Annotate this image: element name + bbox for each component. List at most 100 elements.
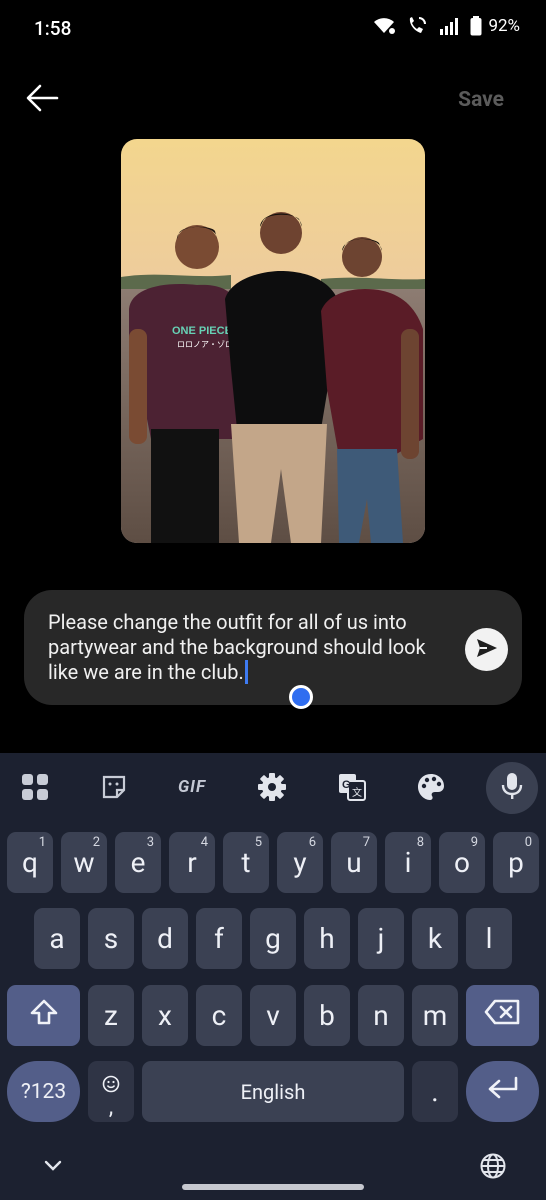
symbols-key[interactable]: ?123	[7, 1061, 80, 1122]
wifi-icon	[372, 16, 396, 36]
translate-icon[interactable]: G文	[330, 767, 374, 807]
mic-icon	[501, 772, 523, 804]
key-u[interactable]: u7	[331, 832, 377, 893]
prompt-input-field[interactable]: Please change the outfit for all of us i…	[24, 590, 522, 709]
palette-icon[interactable]	[409, 767, 453, 807]
key-label: j	[377, 922, 385, 955]
home-indicator[interactable]	[182, 1184, 364, 1190]
key-hint: 6	[308, 835, 316, 850]
sticker-icon[interactable]	[92, 767, 136, 807]
keyboard: GIF G文 q1 w2 e3 r4 t5 y6 u7 i8 o9 p0 a s…	[0, 753, 546, 1200]
back-button[interactable]	[22, 82, 62, 118]
key-label: q	[22, 846, 38, 879]
key-t[interactable]: t5	[223, 832, 269, 893]
key-hint: 7	[362, 835, 370, 850]
key-label: a	[49, 922, 65, 955]
key-label: v	[266, 999, 280, 1032]
key-c[interactable]: c	[196, 985, 242, 1046]
hide-keyboard-button[interactable]	[40, 1156, 66, 1176]
key-hint: 5	[254, 835, 262, 850]
emoji-comma-key[interactable]: ,	[88, 1061, 134, 1122]
key-w[interactable]: w2	[61, 832, 107, 893]
key-y[interactable]: y6	[277, 832, 323, 893]
gif-button[interactable]: GIF	[170, 767, 214, 807]
key-hint: 8	[416, 835, 424, 850]
key-e[interactable]: e3	[115, 832, 161, 893]
key-i[interactable]: i8	[385, 832, 431, 893]
battery-icon	[470, 16, 482, 36]
enter-key[interactable]	[466, 1061, 539, 1122]
key-hint: 3	[146, 835, 154, 850]
key-q[interactable]: q1	[7, 832, 53, 893]
signal-icon	[438, 16, 460, 36]
shift-key[interactable]	[7, 985, 80, 1046]
key-n[interactable]: n	[358, 985, 404, 1046]
key-label: t	[241, 846, 251, 879]
key-o[interactable]: o9	[439, 832, 485, 893]
save-button[interactable]: Save	[458, 88, 504, 112]
shift-icon	[29, 998, 59, 1033]
key-j[interactable]: j	[358, 908, 404, 969]
svg-text:G: G	[342, 779, 351, 791]
send-button[interactable]	[465, 628, 508, 671]
shirt-text-1: ONE PIECE	[172, 325, 232, 337]
key-label: p	[508, 846, 524, 879]
backspace-key[interactable]	[466, 985, 539, 1046]
key-r[interactable]: r4	[169, 832, 215, 893]
key-x[interactable]: x	[142, 985, 188, 1046]
key-label: o	[454, 846, 470, 879]
key-label: l	[485, 922, 493, 955]
keyboard-toolbar: GIF G文	[0, 753, 546, 819]
key-label: w	[73, 846, 95, 879]
prompt-text: Please change the outfit for all of us i…	[48, 610, 426, 684]
send-icon	[475, 637, 499, 663]
key-hint: 2	[92, 835, 100, 850]
space-bar[interactable]: English	[142, 1061, 404, 1122]
key-b[interactable]: b	[304, 985, 350, 1046]
key-label: h	[319, 922, 335, 955]
key-hint: 1	[38, 835, 46, 850]
prompt-input[interactable]: Please change the outfit for all of us i…	[48, 610, 448, 685]
status-bar: 1:58 92%	[0, 0, 546, 60]
key-m[interactable]: m	[412, 985, 458, 1046]
space-label: English	[240, 1079, 306, 1104]
key-label: b	[319, 999, 335, 1032]
key-hint: 4	[200, 835, 208, 850]
key-p[interactable]: p0	[493, 832, 539, 893]
key-v[interactable]: v	[250, 985, 296, 1046]
shirt-text-2: ロロノア・ゾロ	[177, 340, 233, 349]
enter-icon	[486, 1075, 520, 1108]
key-d[interactable]: d	[142, 908, 188, 969]
period-label: .	[431, 1075, 439, 1108]
key-z[interactable]: z	[88, 985, 134, 1046]
key-label: c	[211, 999, 227, 1032]
key-hint: 9	[470, 835, 478, 850]
text-cursor-handle[interactable]	[289, 685, 313, 709]
key-g[interactable]: g	[250, 908, 296, 969]
settings-gear-icon[interactable]	[250, 767, 294, 807]
key-label: s	[103, 922, 119, 955]
globe-icon[interactable]	[479, 1152, 507, 1180]
comma-label: ,	[108, 1095, 114, 1120]
battery-percent: 92%	[488, 16, 520, 36]
key-f[interactable]: f	[196, 908, 242, 969]
status-time: 1:58	[34, 17, 72, 40]
key-label: f	[214, 922, 224, 955]
key-label: g	[265, 922, 281, 955]
mic-button[interactable]	[486, 762, 538, 814]
edited-photo: ONE PIECE ロロノア・ゾロ	[121, 139, 425, 543]
symbols-label: ?123	[20, 1079, 67, 1104]
key-h[interactable]: h	[304, 908, 350, 969]
period-key[interactable]: .	[412, 1061, 458, 1122]
apps-grid-icon[interactable]	[13, 767, 57, 807]
key-label: y	[293, 846, 307, 879]
key-label: d	[157, 922, 173, 955]
key-k[interactable]: k	[412, 908, 458, 969]
key-label: k	[427, 922, 443, 955]
svg-text:文: 文	[352, 786, 362, 799]
key-l[interactable]: l	[466, 908, 512, 969]
key-a[interactable]: a	[34, 908, 80, 969]
gif-label: GIF	[177, 777, 207, 797]
key-s[interactable]: s	[88, 908, 134, 969]
key-label: n	[373, 999, 389, 1032]
